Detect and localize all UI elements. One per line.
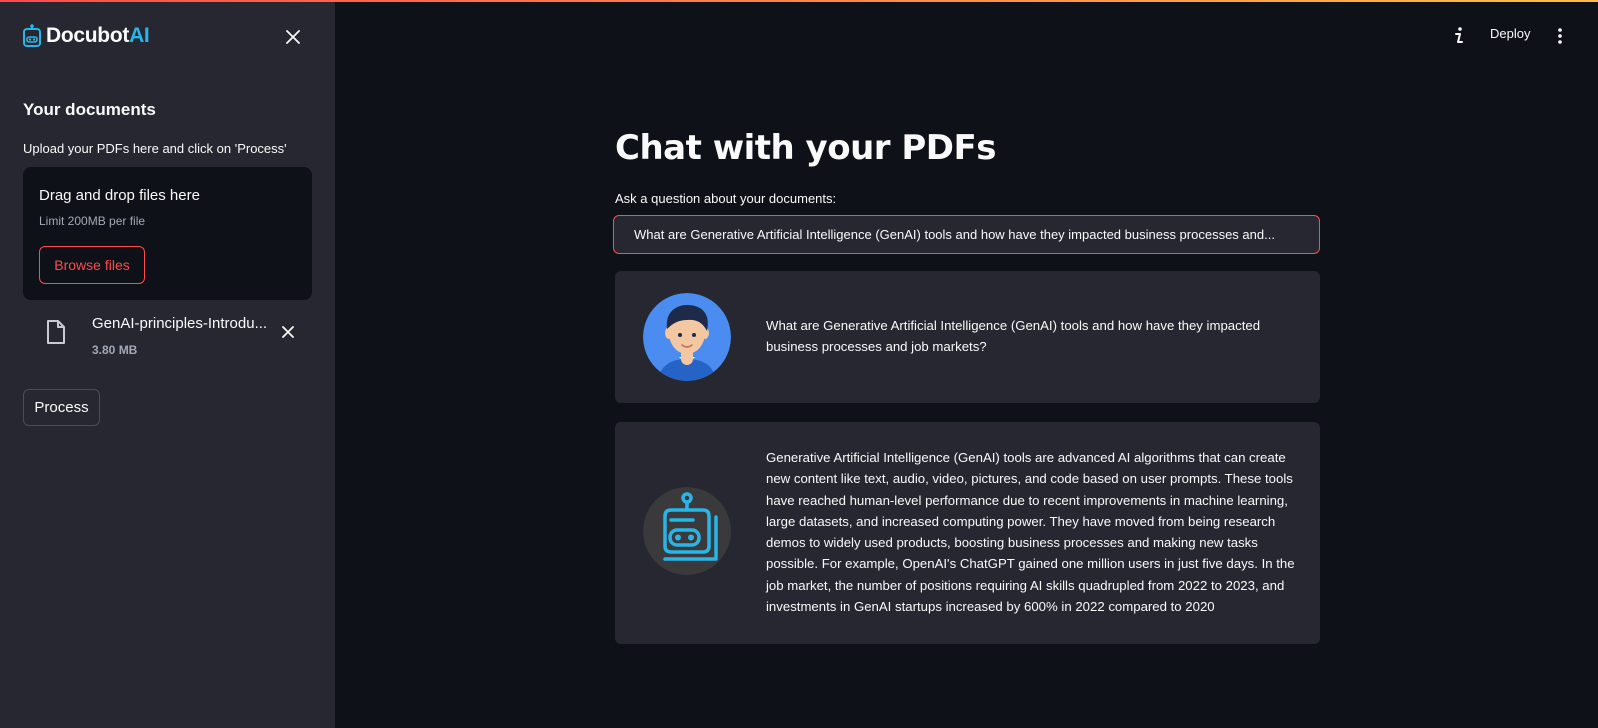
close-icon xyxy=(282,326,294,338)
more-vertical-icon xyxy=(1558,28,1562,44)
robot-logo-icon xyxy=(23,24,41,47)
file-name: GenAI-principles-Introdu... xyxy=(92,315,268,332)
question-input[interactable]: What are Generative Artificial Intellige… xyxy=(613,215,1320,254)
dropzone-limit: Limit 200MB per file xyxy=(39,214,146,228)
info-button[interactable] xyxy=(1452,26,1466,46)
info-icon xyxy=(1455,27,1463,43)
sidebar: DocubotAI Your documents Upload your PDF… xyxy=(0,0,335,728)
user-avatar-icon xyxy=(643,293,731,381)
close-sidebar-button[interactable] xyxy=(283,27,303,47)
question-label: Ask a question about your documents: xyxy=(615,191,837,206)
main-menu-button[interactable] xyxy=(1556,26,1564,46)
brand-name: DocubotAI xyxy=(46,24,150,47)
uploaded-file-item: GenAI-principles-Introdu... 3.80 MB xyxy=(23,310,312,360)
file-size: 3.80 MB xyxy=(92,343,138,357)
brand-logo: DocubotAI xyxy=(22,24,150,48)
browse-files-button[interactable]: Browse files xyxy=(39,246,145,284)
upload-label: Upload your PDFs here and click on 'Proc… xyxy=(23,141,287,156)
robot-avatar-icon xyxy=(643,487,731,575)
file-icon xyxy=(47,320,65,344)
page-title: Chat with your PDFs xyxy=(615,128,997,168)
message-text: What are Generative Artificial Intellige… xyxy=(766,318,1261,355)
chat-message-user: What are Generative Artificial Intellige… xyxy=(615,271,1320,403)
process-button[interactable]: Process xyxy=(23,389,100,426)
deploy-button[interactable]: Deploy xyxy=(1490,26,1530,41)
sidebar-heading: Your documents xyxy=(23,100,156,119)
close-icon xyxy=(286,30,300,44)
message-text: Generative Artificial Intelligence (GenA… xyxy=(766,450,1295,615)
file-dropzone[interactable]: Drag and drop files here Limit 200MB per… xyxy=(23,167,312,300)
chat-message-bot: Generative Artificial Intelligence (GenA… xyxy=(615,422,1320,644)
dropzone-title: Drag and drop files here xyxy=(39,187,200,204)
top-decoration-bar xyxy=(0,0,1598,2)
remove-file-button[interactable] xyxy=(278,322,298,342)
